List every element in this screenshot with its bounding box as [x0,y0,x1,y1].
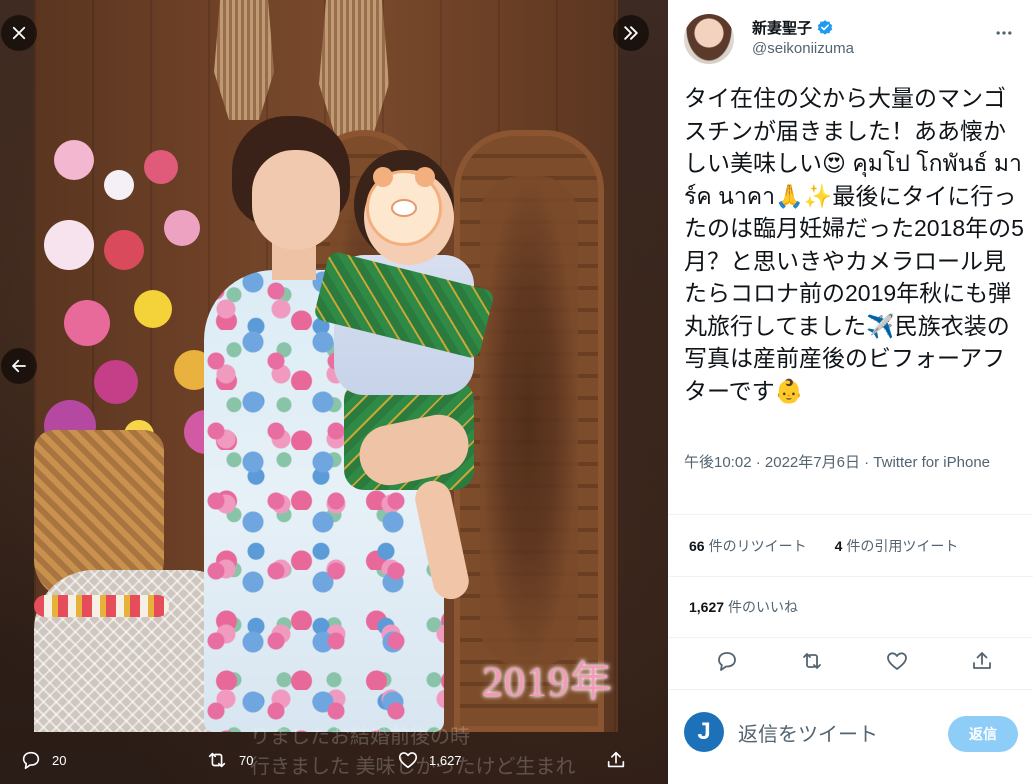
avatar[interactable] [684,14,734,64]
expand-panel-button[interactable] [613,15,649,51]
tweet-source-link[interactable]: Twitter for iPhone [873,454,990,471]
reply-button[interactable] [710,646,744,676]
reply-composer: J 返信 [668,700,1033,784]
heart-icon [887,652,907,670]
photo-year-caption: 2019年 [482,660,614,706]
stat-row: 66 件のリツイート 4 件の引用ツイート [668,514,1033,576]
flower-garland [34,595,169,617]
retweets-stat[interactable]: 66 件のリツイート [689,536,807,556]
verified-badge-icon [817,19,833,35]
likes-label: 件のいいね [728,599,799,615]
tweet-action-bar [668,632,1033,690]
share-icon [973,652,991,669]
likes-number: 1,627 [689,599,725,615]
more-options-button[interactable] [989,18,1019,48]
retweet-icon [208,752,226,768]
media-share-button[interactable] [605,745,627,775]
reply-submit-button[interactable]: 返信 [948,716,1018,752]
like-button[interactable] [880,646,914,676]
retweets-label: 件のリツイート [708,537,807,554]
user-handle[interactable]: @seikoniizuma [752,40,854,57]
share-icon [607,751,625,768]
name-row: 新妻聖子 [752,17,834,38]
tweet-author: 新妻聖子 @seikoniizuma [684,12,1019,68]
tweet-date: 2022年7月6日 [764,454,860,471]
sticker-face-cover [366,167,442,246]
tweet-detail-panel: 新妻聖子 @seikoniizuma タイ在住の父から大量のマンゴスチンが届きま… [668,0,1033,784]
retweet-icon [803,653,821,669]
share-button[interactable] [965,646,999,676]
tweet-time: 午後10:02 [684,454,752,471]
tweet-stats: 66 件のリツイート 4 件の引用ツイート 1,627 件のいいね [668,514,1033,638]
child-figure [313,150,504,603]
likes-stat[interactable]: 1,627 件のいいね [689,597,798,617]
media-retweet-button[interactable]: 70 [205,745,253,775]
tweet-photo[interactable]: 2019年 [34,0,618,732]
reply-icon [22,751,40,770]
reply-count: 20 [52,752,67,768]
tweet-text: タイ在住の父から大量のマンゴスチンが届きました！ああ懐かしい美味しい😍 คุมโ… [684,85,1024,404]
arrow-left-icon [12,359,26,373]
close-icon [12,26,26,40]
media-action-bar: 20 70 1,627 [0,739,668,784]
retweet-button[interactable] [795,646,829,676]
previous-media-button[interactable] [1,348,37,384]
media-like-button[interactable]: 1,627 [397,745,462,775]
retweet-count: 70 [239,752,254,768]
avatar[interactable]: J [684,712,724,752]
close-button[interactable] [1,15,37,51]
display-name[interactable]: 新妻聖子 [752,17,812,38]
heart-icon [398,752,418,769]
more-horizontal-icon [996,31,1012,35]
tweet-time-link[interactable]: 午後10:02 · 2022年7月6日 [684,454,860,471]
quotes-label: 件の引用ツイート [846,537,959,554]
like-count: 1,627 [429,752,462,768]
quotes-number: 4 [834,537,843,554]
tweet-timestamp: 午後10:02 · 2022年7月6日 · Twitter for iPhone [684,452,1004,474]
reply-input[interactable] [738,720,918,750]
media-viewer: 2019年 りましたお結婚前後の時 行きました 美味しかったけど生まれ 20 7… [0,0,668,784]
separator: · [864,454,870,471]
media-reply-button[interactable]: 20 [20,745,66,775]
quotes-stat[interactable]: 4 件の引用ツイート [835,536,959,556]
stat-row: 1,627 件のいいね [668,576,1033,638]
reply-icon [718,652,736,671]
retweets-number: 66 [689,537,705,554]
chevron-double-right-icon [624,26,638,40]
